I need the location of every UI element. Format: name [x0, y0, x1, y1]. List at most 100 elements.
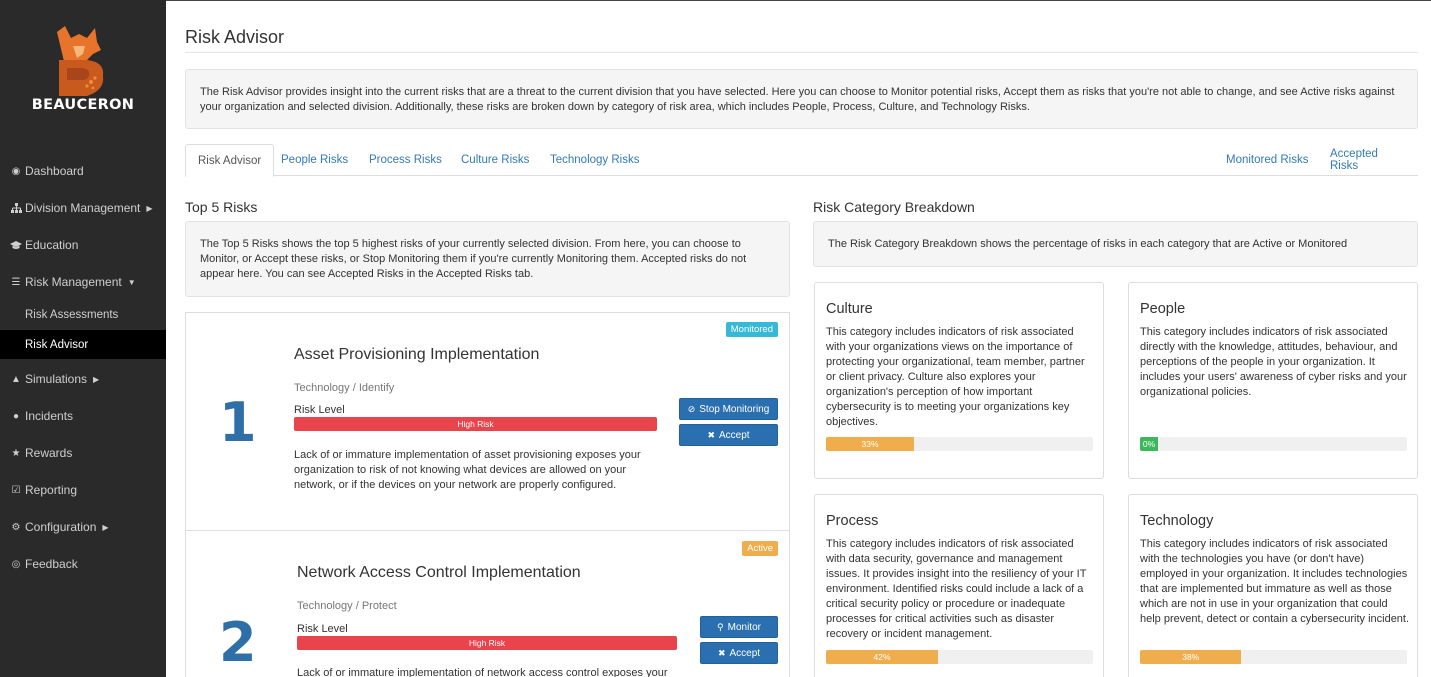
tab-risk-advisor[interactable]: Risk Advisor — [185, 144, 275, 177]
sidebar-item-dashboard[interactable]: ◉ Dashboard — [0, 156, 166, 186]
category-description: This category includes indicators of ris… — [826, 326, 1085, 428]
category-title: Technology — [1140, 513, 1214, 529]
check-square-icon: ☑ — [11, 484, 21, 496]
risk-description: Lack of or immature implementation of as… — [294, 449, 641, 491]
page-title: Risk Advisor — [185, 27, 285, 47]
caret-right-icon: ▶ — [93, 374, 100, 384]
category-title: Culture — [826, 301, 873, 317]
category-progress: 0% — [1140, 437, 1407, 451]
monitor-button[interactable]: ⚲ Monitor — [700, 616, 778, 638]
sidebar-item-label: Configuration — [25, 520, 97, 534]
sidebar-item-reporting[interactable]: ☑ Reporting — [0, 475, 166, 505]
main-content: Risk Advisor The Risk Advisor provides i… — [166, 0, 1431, 677]
sitemap-icon — [10, 202, 22, 214]
risk-title: Network Access Control Implementation — [297, 564, 581, 581]
progress-fill: 38% — [1140, 650, 1242, 664]
stop-monitoring-button[interactable]: ⊘ Stop Monitoring — [679, 398, 778, 420]
category-card-technology: Technology This category includes indica… — [1128, 494, 1418, 677]
sidebar-item-division-management[interactable]: Division Management ▶ — [0, 193, 166, 223]
risk-card-2: Active 2 Network Access Control Implemen… — [185, 530, 790, 677]
close-icon: ✖ — [717, 647, 726, 658]
risk-rank: 2 — [219, 611, 257, 674]
sidebar-item-label: Education — [25, 238, 79, 252]
category-progress: 33% — [826, 437, 1093, 451]
caret-down-icon: ▼ — [127, 277, 136, 287]
tab-culture-risks[interactable]: Culture Risks — [449, 144, 541, 176]
category-progress: 38% — [1140, 650, 1407, 664]
risk-level-bar: High Risk — [294, 417, 657, 431]
breakdown-description: The Risk Category Breakdown shows the pe… — [813, 221, 1418, 267]
title-divider — [185, 52, 1418, 53]
intro-description: The Risk Advisor provides insight into t… — [185, 69, 1418, 129]
category-card-culture: Culture This category includes indicator… — [814, 282, 1104, 479]
brand-logo[interactable]: BEAUCERON — [0, 0, 166, 130]
sidebar-item-risk-advisor[interactable]: Risk Advisor — [0, 330, 166, 359]
sidebar-item-education[interactable]: Education — [0, 230, 166, 260]
brand-name: BEAUCERON — [31, 97, 135, 113]
fox-logo-icon — [57, 26, 104, 96]
accept-button[interactable]: ✖ Accept — [700, 642, 778, 664]
tab-bar: Risk Advisor People Risks Process Risks … — [185, 144, 1418, 177]
category-title: People — [1140, 301, 1186, 317]
warning-icon: ▲ — [11, 373, 21, 385]
risk-level-bar: High Risk — [297, 636, 677, 650]
sidebar-item-simulations[interactable]: ▲ Simulations ▶ — [0, 364, 166, 394]
category-description: This category includes indicators of ris… — [1140, 538, 1410, 625]
sidebar-item-feedback[interactable]: ◎ Feedback — [0, 549, 166, 579]
sidebar-item-label: Reporting — [25, 483, 78, 497]
status-badge-monitored: Monitored — [725, 322, 778, 337]
tab-technology-risks[interactable]: Technology Risks — [538, 144, 651, 176]
category-description: This category includes indicators of ris… — [1140, 326, 1407, 398]
category-progress: 42% — [826, 650, 1093, 664]
star-icon: ★ — [11, 447, 21, 459]
category-title: Process — [826, 513, 879, 529]
risk-level-label: Risk Level — [297, 623, 348, 635]
sidebar-item-rewards[interactable]: ★ Rewards — [0, 438, 166, 468]
gear-icon: ⚙ — [11, 521, 21, 533]
risk-rank: 1 — [219, 391, 257, 454]
category-description: This category includes indicators of ris… — [826, 538, 1087, 640]
ban-icon: ⊘ — [687, 403, 696, 414]
dashboard-icon: ◉ — [11, 165, 21, 177]
top-risks-description: The Top 5 Risks shows the top 5 highest … — [185, 221, 790, 297]
risk-level-label: Risk Level — [294, 404, 345, 416]
category-card-process: Process This category includes indicator… — [814, 494, 1104, 677]
status-badge-active: Active — [742, 541, 778, 556]
risk-category: Technology / Identify — [294, 382, 395, 394]
progress-fill: 42% — [826, 650, 939, 664]
sidebar-item-label: Dashboard — [25, 164, 84, 178]
sidebar-item-label: Feedback — [25, 557, 78, 571]
progress-fill: 0% — [1140, 437, 1158, 451]
search-icon: ⚲ — [717, 621, 724, 632]
risk-category: Technology / Protect — [297, 600, 397, 612]
sidebar-item-label: Incidents — [25, 409, 74, 423]
breakdown-title: Risk Category Breakdown — [813, 199, 975, 215]
info-icon: ● — [12, 410, 20, 422]
sidebar-item-label: Simulations — [25, 372, 88, 386]
close-icon: ✖ — [707, 429, 715, 440]
sidebar-item-label: Risk Assessments — [25, 309, 119, 321]
sidebar: BEAUCERON ◉ Dashboard Division Managemen… — [0, 0, 166, 677]
progress-fill: 33% — [826, 437, 915, 451]
risk-description: Lack of or immature implementation of ne… — [297, 667, 668, 677]
graduation-cap-icon — [10, 239, 22, 251]
top-risks-title: Top 5 Risks — [185, 199, 258, 215]
tab-monitored-risks[interactable]: Monitored Risks — [1214, 144, 1320, 176]
sidebar-item-risk-management[interactable]: ☰ Risk Management ▼ — [0, 267, 166, 297]
category-card-people: People This category includes indicators… — [1128, 282, 1418, 479]
tab-people-risks[interactable]: People Risks — [269, 144, 360, 176]
caret-right-icon: ▶ — [102, 522, 109, 532]
tab-process-risks[interactable]: Process Risks — [357, 144, 454, 176]
sidebar-item-risk-assessments[interactable]: Risk Assessments — [0, 301, 166, 329]
sidebar-item-label: Risk Advisor — [25, 338, 89, 351]
sidebar-item-configuration[interactable]: ⚙ Configuration ▶ — [0, 512, 166, 542]
sidebar-item-incidents[interactable]: ● Incidents — [0, 401, 166, 431]
sidebar-item-label: Risk Management — [25, 275, 122, 289]
accept-button[interactable]: ✖ Accept — [679, 424, 778, 446]
sidebar-item-label: Rewards — [25, 446, 73, 460]
sidebar-item-label: Division Management — [25, 201, 141, 215]
life-ring-icon: ◎ — [11, 558, 21, 570]
caret-right-icon: ▶ — [146, 203, 153, 213]
list-icon: ☰ — [11, 276, 21, 288]
tab-accepted-risks[interactable]: Accepted Risks — [1318, 144, 1418, 176]
